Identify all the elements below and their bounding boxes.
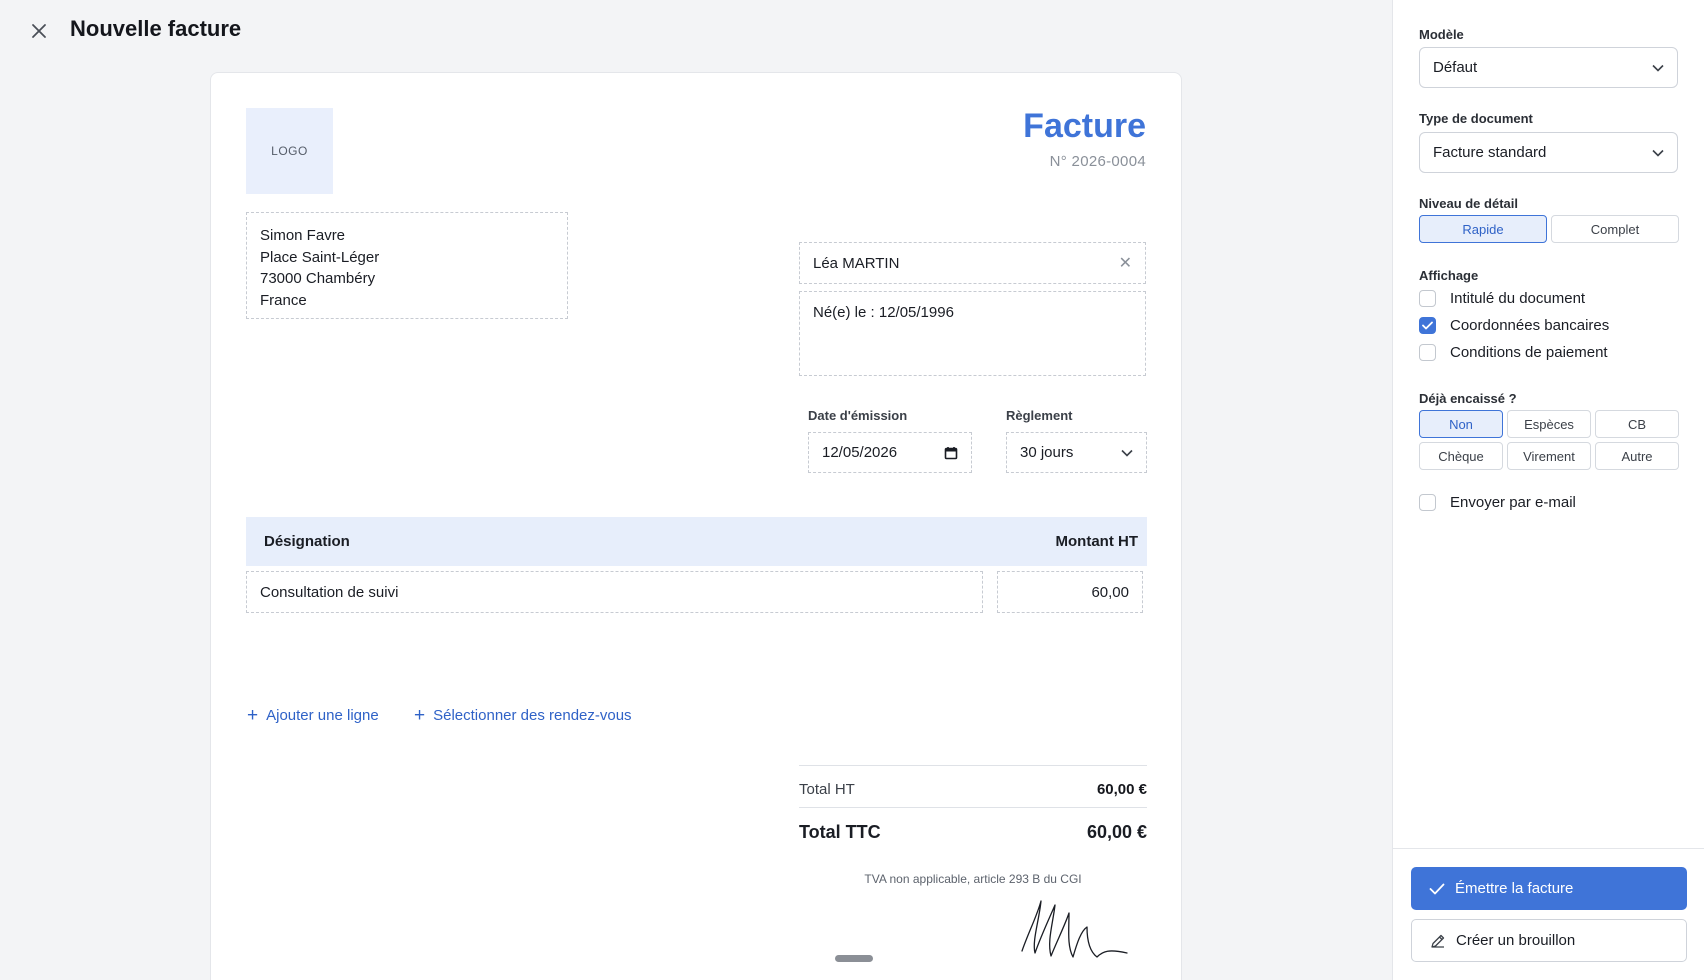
close-icon — [32, 24, 46, 38]
issue-date-label: Date d'émission — [808, 408, 908, 423]
line-amount-input[interactable]: 60,00 — [997, 571, 1143, 613]
issue-date-input[interactable]: 12/05/2026 — [808, 432, 972, 473]
check-icon — [1429, 883, 1445, 894]
pencil-icon — [1431, 934, 1445, 948]
collected-cb-button[interactable]: CB — [1595, 410, 1679, 438]
send-email-option[interactable]: Envoyer par e-mail — [1419, 494, 1576, 511]
collected-virement-button[interactable]: Virement — [1507, 442, 1591, 470]
sender-city: 73000 Chambéry — [260, 270, 376, 288]
check-icon — [1422, 321, 1433, 330]
payment-terms-select[interactable]: 30 jours — [1006, 432, 1147, 473]
clear-client-icon[interactable]: ✕ — [1119, 253, 1132, 273]
page-title: Nouvelle facture — [70, 16, 242, 41]
display-option-label: Coordonnées bancaires — [1450, 317, 1610, 334]
total-ht-label: Total HT — [799, 781, 855, 798]
payment-terms-label: Règlement — [1006, 408, 1073, 423]
chevron-down-icon — [1652, 64, 1664, 72]
template-select[interactable]: Défaut — [1419, 47, 1678, 88]
display-option-title[interactable]: Intitulé du document — [1419, 290, 1585, 307]
column-amount: Montant HT — [1055, 533, 1138, 550]
calendar-icon[interactable] — [944, 446, 958, 460]
template-value: Défaut — [1433, 59, 1478, 76]
sender-address-block[interactable]: Simon Favre Place Saint-Léger 73000 Cham… — [246, 212, 568, 319]
detail-level-label: Niveau de détail — [1419, 196, 1518, 211]
display-label: Affichage — [1419, 268, 1479, 283]
total-ht-row: Total HT 60,00 € — [799, 781, 1147, 798]
collected-non-button[interactable]: Non — [1419, 410, 1503, 438]
line-amount: 60,00 — [1091, 583, 1129, 601]
checkbox[interactable] — [1419, 344, 1436, 361]
sender-country: France — [260, 292, 307, 310]
total-ttc-row: Total TTC 60,00 € — [799, 822, 1147, 843]
create-draft-button[interactable]: Créer un brouillon — [1411, 919, 1687, 962]
panel-divider — [1393, 848, 1704, 849]
items-table-header: Désignation Montant HT — [246, 517, 1147, 566]
add-line-button[interactable]: + Ajouter une ligne — [247, 706, 379, 725]
checkbox[interactable] — [1419, 290, 1436, 307]
sender-street: Place Saint-Léger — [260, 248, 380, 266]
logo-placeholder[interactable]: LOGO — [246, 108, 333, 194]
template-label: Modèle — [1419, 27, 1464, 42]
display-option-bank[interactable]: Coordonnées bancaires — [1419, 317, 1609, 334]
collected-cheque-button[interactable]: Chèque — [1419, 442, 1503, 470]
issue-invoice-label: Émettre la facture — [1455, 880, 1574, 897]
tva-note: TVA non applicable, article 293 B du CGI — [864, 872, 1082, 886]
total-ttc-label: Total TTC — [799, 822, 881, 842]
invoice-document: LOGO Facture N° 2026-0004 Simon Favre Pl… — [210, 72, 1182, 980]
collected-autre-button[interactable]: Autre — [1595, 442, 1679, 470]
total-ttc-value: 60,00 € — [1086, 822, 1147, 842]
sender-name: Simon Favre — [260, 227, 346, 244]
add-line-label: Ajouter une ligne — [266, 707, 379, 724]
select-appointments-label: Sélectionner des rendez-vous — [433, 707, 632, 724]
issue-invoice-button[interactable]: Émettre la facture — [1411, 867, 1687, 910]
client-name: Léa MARTIN — [813, 254, 900, 272]
column-designation: Désignation — [264, 533, 350, 550]
close-button[interactable] — [24, 18, 54, 44]
top-bar: Nouvelle facture — [0, 0, 1392, 60]
display-option-label: Conditions de paiement — [1450, 344, 1608, 361]
display-option-label: Intitulé du document — [1450, 290, 1586, 307]
line-designation: Consultation de suivi — [260, 583, 399, 601]
checkbox[interactable] — [1419, 494, 1436, 511]
invoice-number: N° 2026-0004 — [1049, 153, 1146, 170]
collected-label: Déjà encaissé ? — [1419, 391, 1517, 406]
send-email-label: Envoyer par e-mail — [1450, 494, 1576, 511]
totals-divider — [799, 765, 1147, 766]
issue-date-value: 12/05/2026 — [822, 444, 898, 461]
signature-image[interactable] — [1017, 891, 1137, 971]
create-draft-label: Créer un brouillon — [1456, 932, 1576, 949]
scroll-handle[interactable] — [835, 955, 873, 962]
invoice-title: Facture — [1023, 107, 1146, 145]
doc-type-label: Type de document — [1419, 111, 1533, 126]
payment-terms-value: 30 jours — [1020, 444, 1074, 461]
settings-panel: Modèle Défaut Type de document Facture s… — [1392, 0, 1704, 980]
collected-especes-button[interactable]: Espèces — [1507, 410, 1591, 438]
doc-type-select[interactable]: Facture standard — [1419, 132, 1678, 173]
totals-divider — [799, 807, 1147, 808]
chevron-down-icon — [1121, 449, 1133, 457]
client-birthdate: Né(e) le : 12/05/1996 — [813, 304, 954, 321]
line-designation-input[interactable]: Consultation de suivi — [246, 571, 983, 613]
client-details-field[interactable]: Né(e) le : 12/05/1996 — [799, 291, 1146, 376]
detail-complet-button[interactable]: Complet — [1551, 215, 1679, 243]
client-selector[interactable]: Léa MARTIN ✕ — [799, 242, 1146, 284]
total-ht-value: 60,00 € — [1096, 781, 1147, 798]
plus-icon: + — [414, 705, 426, 726]
display-option-payment-conditions[interactable]: Conditions de paiement — [1419, 344, 1608, 361]
detail-rapide-button[interactable]: Rapide — [1419, 215, 1547, 243]
chevron-down-icon — [1652, 149, 1664, 157]
select-appointments-button[interactable]: + Sélectionner des rendez-vous — [414, 706, 632, 725]
plus-icon: + — [247, 705, 259, 726]
checkbox-checked[interactable] — [1419, 317, 1436, 334]
doc-type-value: Facture standard — [1433, 144, 1547, 161]
